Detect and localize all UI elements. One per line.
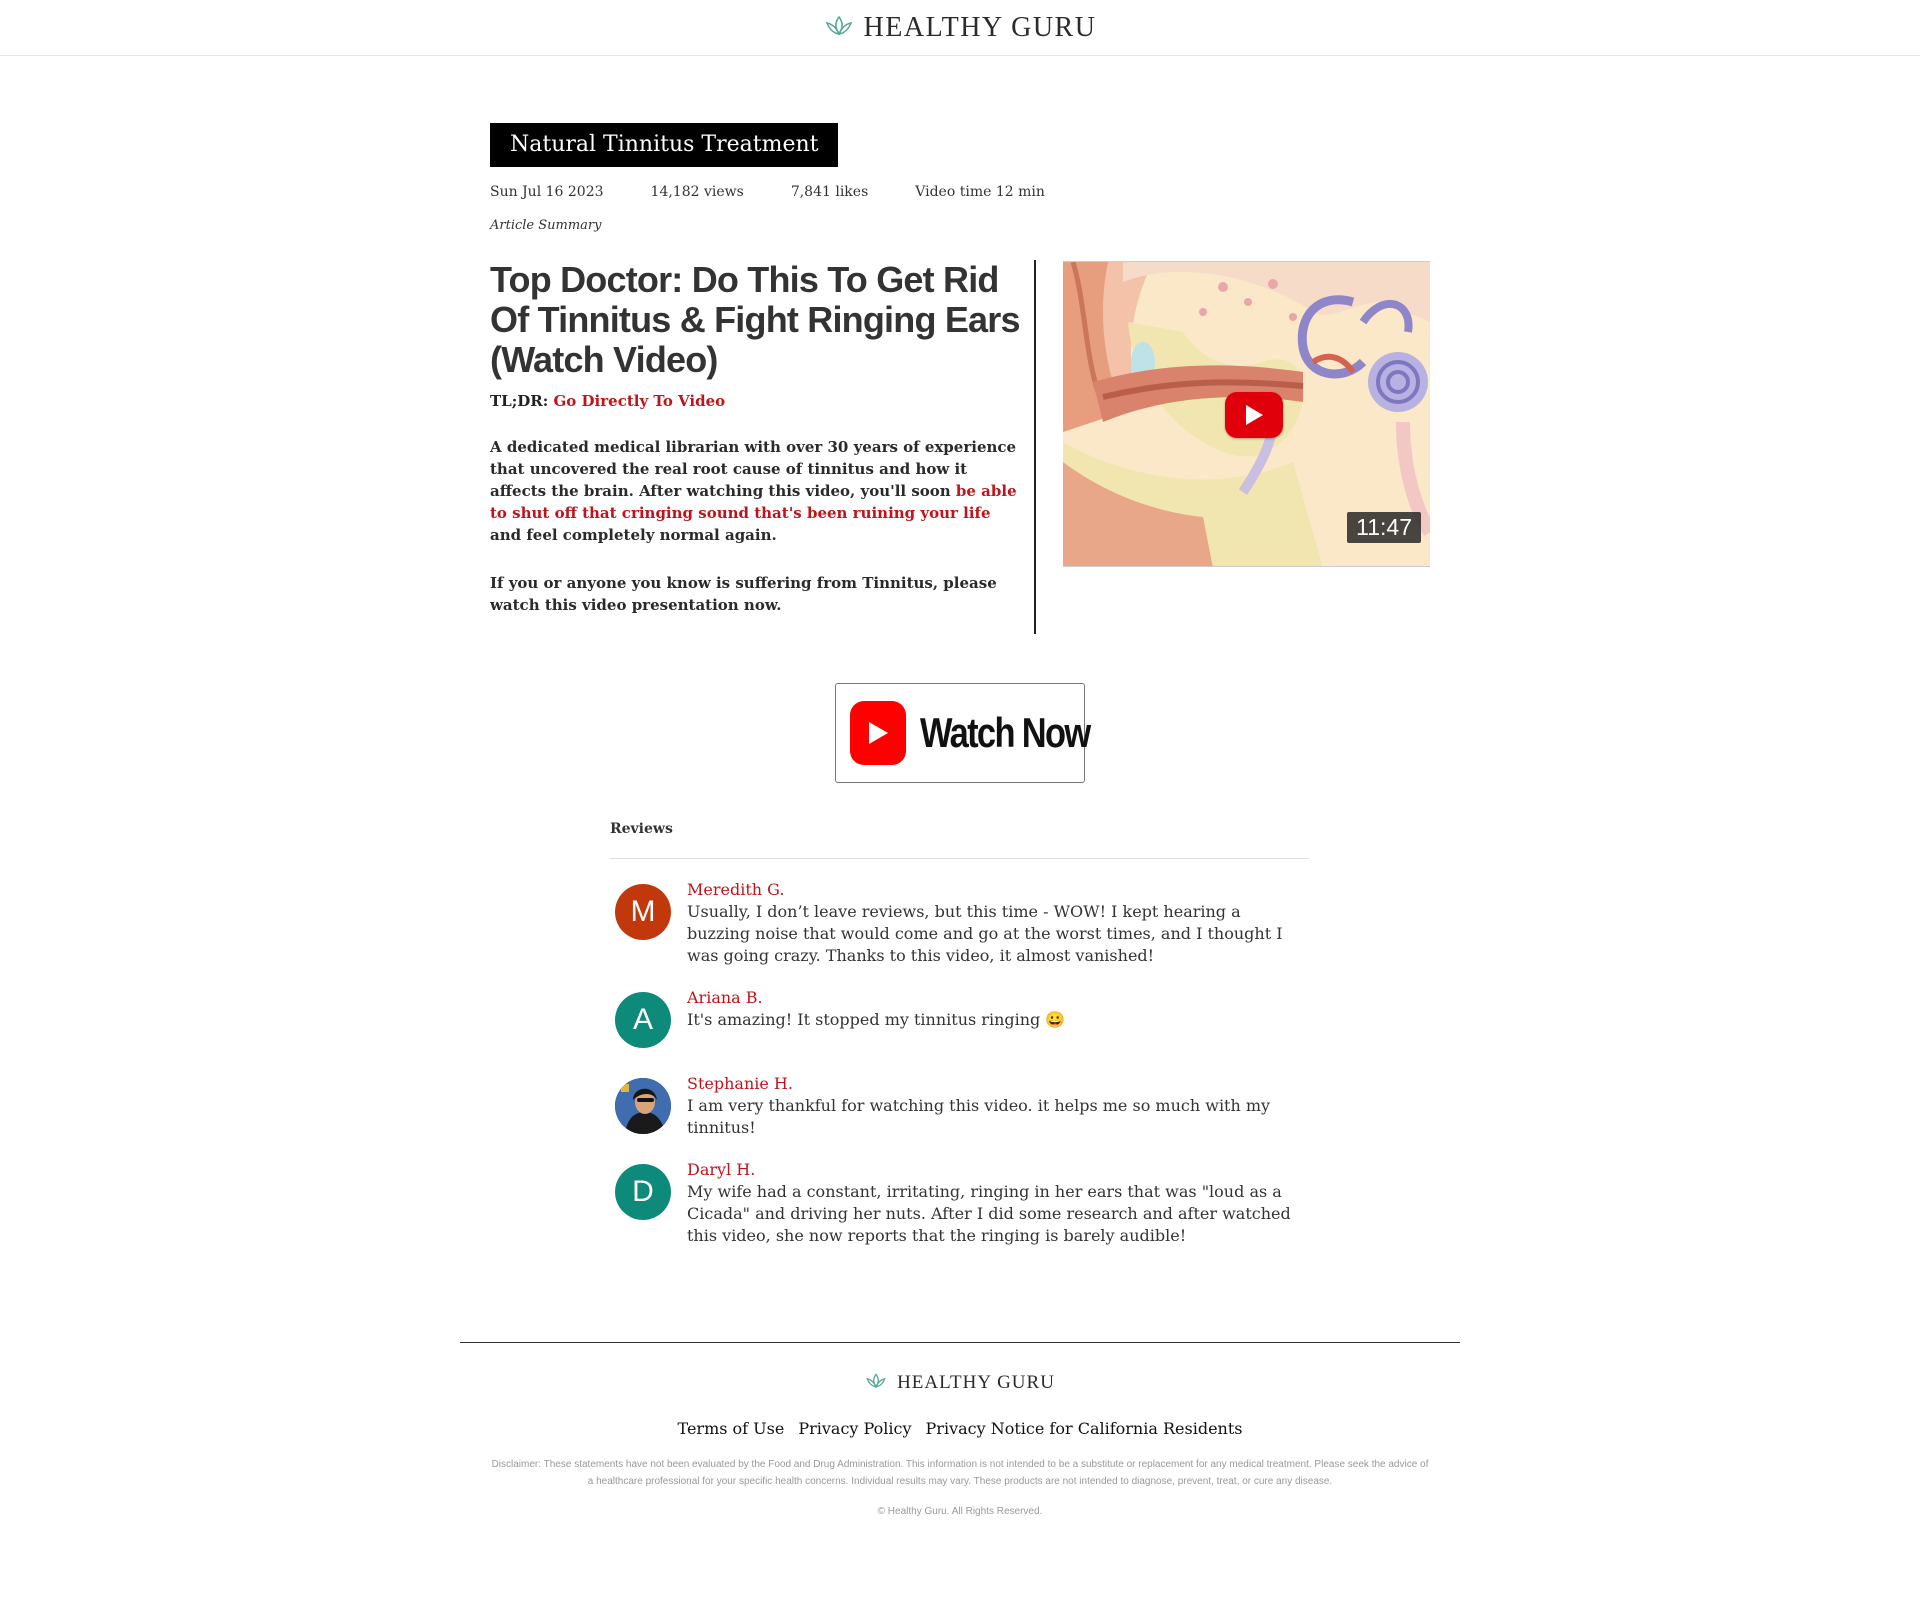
review-text: Usually, I don’t leave reviews, but this… (687, 902, 1283, 965)
copyright: © Healthy Guru. All Rights Reserved. (877, 1506, 1043, 1517)
call-to-action-paragraph: If you or anyone you know is suffering f… (490, 574, 997, 614)
footer-divider (460, 1342, 1460, 1343)
tldr: TL;DR: Go Directly To Video (490, 392, 1035, 410)
column-divider (1034, 260, 1036, 634)
youtube-play-icon (850, 701, 906, 765)
reviews-divider (610, 858, 1309, 859)
reviewer-name[interactable]: Daryl H. (687, 1159, 1307, 1181)
review-body: Ariana B. It's amazing! It stopped my ti… (687, 987, 1307, 1031)
view-count: 14,182 views (650, 184, 744, 200)
lotus-icon (865, 1373, 887, 1393)
california-privacy-link[interactable]: Privacy Notice for California Residents (926, 1419, 1243, 1438)
reviewer-name[interactable]: Meredith G. (687, 879, 1307, 901)
publish-date: Sun Jul 16 2023 (490, 184, 604, 200)
privacy-policy-link[interactable]: Privacy Policy (798, 1419, 911, 1438)
avatar-photo (615, 1078, 671, 1134)
lotus-icon (824, 15, 854, 41)
video-duration: 11:47 (1347, 512, 1421, 543)
intro-text-end: and feel completely normal again. (490, 526, 777, 544)
footer-brand-name: HEALTHY GURU (897, 1372, 1055, 1393)
disclaimer: Disclaimer: These statements have not be… (491, 1459, 1429, 1487)
review-body: Daryl H. My wife had a constant, irritat… (687, 1159, 1307, 1247)
terms-of-use-link[interactable]: Terms of Use (678, 1419, 785, 1438)
review-text: It's amazing! It stopped my tinnitus rin… (687, 1010, 1066, 1029)
video-play-button[interactable] (1225, 392, 1283, 438)
footer-brand: HEALTHY GURU (0, 1372, 1920, 1394)
footer-links: Terms of Use Privacy Policy Privacy Noti… (0, 1419, 1920, 1438)
brand-name: HEALTHY GURU (863, 11, 1097, 43)
watch-now-button[interactable]: Watch Now (835, 683, 1091, 783)
header-brand[interactable]: HEALTHY GURU (824, 12, 1097, 44)
site-header: HEALTHY GURU (0, 0, 1920, 56)
avatar: D (615, 1164, 671, 1220)
avatar: A (615, 992, 671, 1048)
article-summary-label: Article Summary (490, 218, 602, 233)
video-time: Video time 12 min (915, 184, 1045, 200)
category-tag[interactable]: Natural Tinnitus Treatment (490, 123, 839, 167)
tldr-label: TL;DR: (490, 392, 549, 410)
intro-paragraph: A dedicated medical librarian with over … (490, 436, 1020, 546)
article-headline: Top Doctor: Do This To Get Rid Of Tinnit… (490, 259, 1021, 380)
footer-brand-link[interactable]: HEALTHY GURU (865, 1372, 1055, 1394)
watch-now-label: Watch Now (920, 709, 1091, 756)
review-text: I am very thankful for watching this vid… (687, 1096, 1271, 1137)
play-icon (1246, 405, 1263, 425)
video-thumbnail[interactable]: 11:47 (1063, 261, 1430, 567)
reviewer-name[interactable]: Ariana B. (687, 987, 1307, 1009)
intro-text-start: A dedicated medical librarian with over … (490, 438, 1017, 500)
avatar: M (615, 884, 671, 940)
review-body: Stephanie H. I am very thankful for watc… (687, 1073, 1307, 1139)
article-main: Top Doctor: Do This To Get Rid Of Tinnit… (490, 260, 1035, 616)
like-count: 7,841 likes (790, 184, 869, 200)
reviews-title: Reviews (610, 821, 673, 837)
article-meta: Sun Jul 16 2023 14,182 views 7,841 likes… (490, 184, 1092, 200)
review-text: My wife had a constant, irritating, ring… (687, 1182, 1291, 1245)
reviewer-name[interactable]: Stephanie H. (687, 1073, 1307, 1095)
review-body: Meredith G. Usually, I don’t leave revie… (687, 879, 1307, 967)
go-to-video-link[interactable]: Go Directly To Video (554, 392, 726, 410)
